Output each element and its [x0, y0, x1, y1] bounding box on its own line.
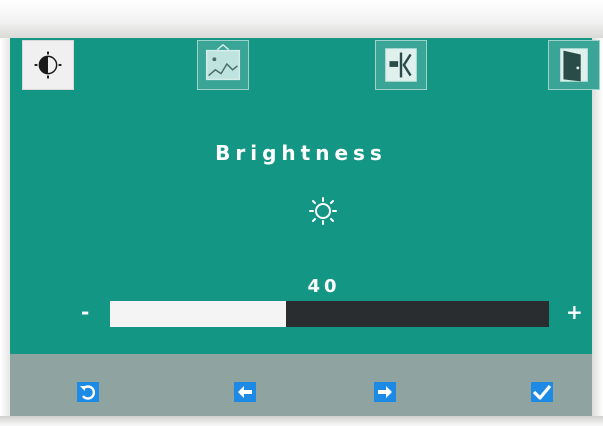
right-arrow-button[interactable] — [374, 382, 396, 402]
exit-icon — [560, 48, 588, 82]
image-icon — [205, 43, 241, 81]
sun-icon — [309, 197, 337, 225]
right-arrow-icon — [378, 386, 392, 398]
display-frame-top — [0, 0, 603, 40]
tab-exit[interactable] — [548, 40, 600, 90]
display-frame-bottom — [0, 416, 603, 426]
page-title: Brightness — [215, 141, 387, 165]
reset-button[interactable] — [77, 382, 99, 402]
left-arrow-icon — [238, 386, 252, 398]
brightness-slider-fill — [110, 301, 286, 327]
tab-input-select[interactable] — [375, 40, 427, 90]
button-bar — [10, 354, 592, 416]
slider-min-symbol: - — [81, 300, 90, 324]
brightness-icon — [34, 51, 62, 79]
brightness-slider[interactable] — [110, 301, 549, 327]
input-select-icon — [385, 48, 417, 82]
reset-icon — [80, 385, 95, 400]
checkmark-icon — [532, 384, 552, 400]
brightness-value: 40 — [307, 276, 341, 297]
osd-menu-panel: Brightness 40 - + — [10, 38, 600, 354]
display-frame-right — [592, 38, 603, 426]
confirm-button[interactable] — [531, 382, 553, 402]
display-frame-left — [0, 38, 10, 426]
tab-image[interactable] — [197, 40, 249, 90]
left-arrow-button[interactable] — [234, 382, 256, 402]
slider-max-symbol: + — [566, 300, 583, 324]
tab-brightness[interactable] — [22, 40, 74, 90]
